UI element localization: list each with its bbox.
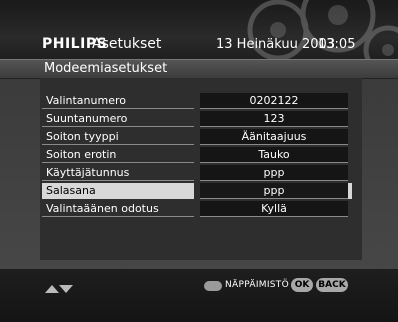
setting-row-suuntanumero[interactable]: Suuntanumero 123 xyxy=(42,111,350,128)
setting-value[interactable]: Äänitaajuus xyxy=(200,129,348,145)
section-title: Asetukset xyxy=(92,36,162,52)
setting-value[interactable]: 0202122 xyxy=(200,93,348,109)
setting-value[interactable]: ppp xyxy=(200,165,348,181)
settings-list: Valintanumero 0202122 Suuntanumero 123 S… xyxy=(42,93,352,219)
setting-label: Soiton tyyppi xyxy=(42,129,194,145)
setting-row-valintaaanen-odotus[interactable]: Valintaäänen odotus Kyllä xyxy=(42,201,350,218)
setting-label: Käyttäjätunnus xyxy=(42,165,194,181)
page-title: Modeemiasetukset xyxy=(44,61,168,76)
setting-row-valintanumero[interactable]: Valintanumero 0202122 xyxy=(42,93,350,110)
setting-row-soiton-erotin[interactable]: Soiton erotin Tauko xyxy=(42,147,350,164)
setting-value[interactable]: ppp xyxy=(200,183,348,199)
setting-value[interactable]: 123 xyxy=(200,111,348,127)
setting-value[interactable]: Tauko xyxy=(200,147,348,163)
setting-label: Valintaäänen odotus xyxy=(42,201,194,217)
time-display: 13:05 xyxy=(318,37,356,52)
setting-label: Suuntanumero xyxy=(42,111,194,127)
keyboard-icon[interactable] xyxy=(204,281,222,291)
screen: PHILIPS Asetukset 13 Heinäkuu 2003 13:05… xyxy=(0,0,398,322)
page-title-bar: Modeemiasetukset xyxy=(0,59,398,79)
keyboard-label: NÄPPÄIMISTÖ xyxy=(225,280,289,290)
setting-label: Soiton erotin xyxy=(42,147,194,163)
setting-label: Salasana xyxy=(42,183,194,199)
back-button[interactable]: BACK xyxy=(316,278,348,292)
header: PHILIPS Asetukset 13 Heinäkuu 2003 13:05 xyxy=(0,0,398,75)
setting-label: Valintanumero xyxy=(42,93,194,109)
up-down-arrows-icon xyxy=(44,283,74,298)
setting-row-kayttajatunnus[interactable]: Käyttäjätunnus ppp xyxy=(42,165,350,182)
setting-row-salasana[interactable]: Salasana ppp xyxy=(42,183,352,200)
setting-value[interactable]: Kyllä xyxy=(200,201,348,217)
ok-button[interactable]: OK xyxy=(291,278,313,292)
setting-row-soiton-tyyppi[interactable]: Soiton tyyppi Äänitaajuus xyxy=(42,129,350,146)
